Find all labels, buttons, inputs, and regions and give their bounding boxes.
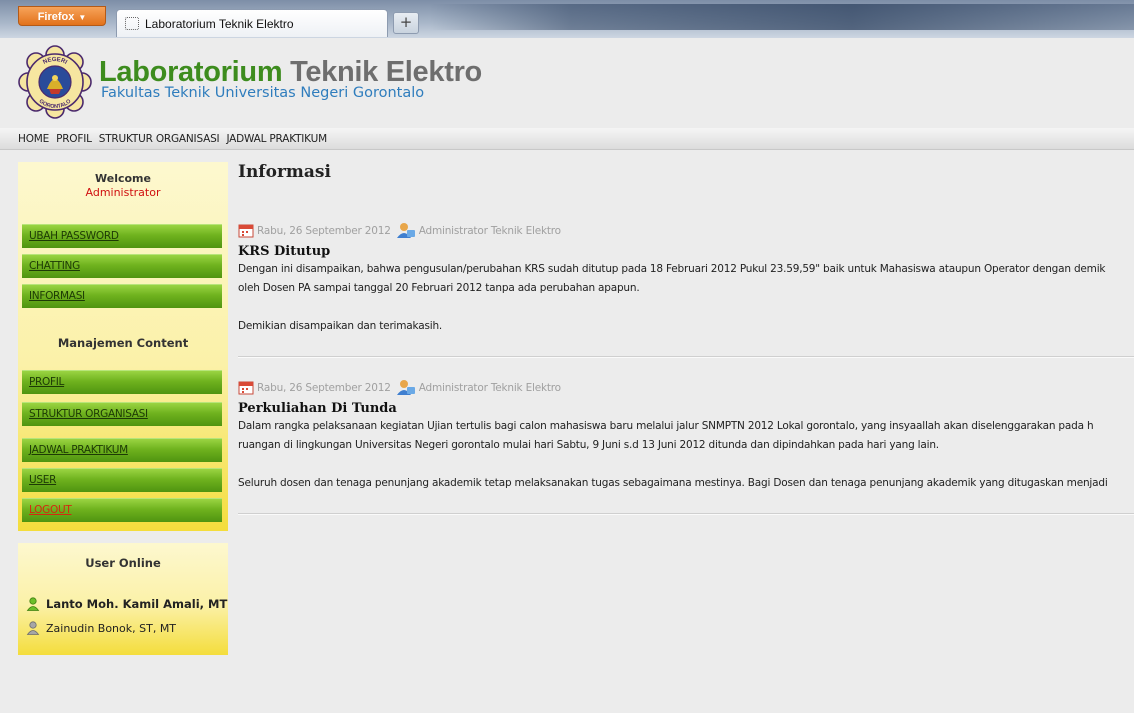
admin-user-icon [396, 380, 415, 395]
article-divider [238, 513, 1134, 515]
content-management-title: Manajemen Content [57, 336, 189, 350]
article-body: Dalam rangka pelaksanaan kegiatan Ujian … [238, 417, 1134, 493]
firefox-menu-label: Firefox [37, 11, 75, 23]
calendar-icon [238, 224, 254, 238]
site-header: NEGERI GORONTALO Laboratorium Teknik Ele… [0, 38, 1134, 128]
article-closing: Demikian disampaikan dan terimakasih. [238, 320, 443, 332]
calendar-icon [238, 381, 254, 395]
user-online-title: User Online [85, 556, 161, 570]
article-date: Rabu, 26 September 2012 [257, 381, 391, 394]
menu-chatting[interactable]: CHATTING [22, 254, 222, 278]
firefox-menu-button[interactable]: Firefox ▼ [18, 6, 106, 26]
top-navigation: HOME PROFIL STRUKTUR ORGANISASI JADWAL P… [0, 128, 1134, 150]
article-item: Rabu, 26 September 2012 Administrator Te… [238, 222, 1134, 336]
nav-home[interactable]: HOME [18, 133, 49, 145]
site-title-part2: Teknik Elektro [290, 56, 482, 88]
chevron-down-icon: ▼ [78, 13, 87, 22]
welcome-box: Welcome Administrator [18, 162, 228, 199]
university-logo-icon[interactable]: NEGERI GORONTALO [18, 45, 92, 119]
menu-struktur-organisasi[interactable]: STRUKTUR ORGANISASI [22, 402, 222, 426]
article-closing: Seluruh dosen dan tenaga penunjang akade… [238, 477, 1108, 489]
site-title-part1: Laboratorium [99, 56, 283, 88]
article-line: ruangan di lingkungan Universitas Negeri… [238, 439, 939, 451]
article-divider [238, 356, 1134, 358]
page-favicon-icon [125, 17, 139, 30]
online-user-name: Lanto Moh. Kamil Amali, MT [46, 597, 228, 611]
article-item: Rabu, 26 September 2012 Administrator Te… [238, 379, 1134, 493]
browser-toolbar: Firefox ▼ Laboratorium Teknik Elektro + [0, 0, 1134, 38]
user-online-panel: User Online Lanto Moh. Kamil Amali, MT Z… [18, 543, 228, 655]
nav-profil[interactable]: PROFIL [56, 133, 92, 145]
article-title[interactable]: Perkuliahan Di Tunda [238, 401, 1134, 416]
page-title: Informasi [238, 162, 331, 182]
article-date: Rabu, 26 September 2012 [257, 224, 391, 237]
article-line: Dengan ini disampaikan, bahwa pengusulan… [238, 263, 1106, 275]
menu-profil[interactable]: PROFIL [22, 370, 222, 394]
logged-in-user: Administrator [85, 186, 161, 199]
user-offline-icon [26, 621, 40, 635]
new-tab-button[interactable]: + [393, 12, 419, 34]
main-content: Informasi Rabu, 26 September 2012 Admini… [238, 162, 1134, 515]
article-author[interactable]: Administrator Teknik Elektro [419, 225, 561, 237]
article-meta: Rabu, 26 September 2012 Administrator Te… [238, 222, 1134, 239]
titlebar-background [430, 4, 1134, 30]
menu-user[interactable]: USER [22, 468, 222, 492]
welcome-label: Welcome [95, 172, 151, 185]
online-user-row[interactable]: Lanto Moh. Kamil Amali, MT [26, 597, 227, 611]
menu-jadwal-praktikum[interactable]: JADWAL PRAKTIKUM [22, 438, 222, 462]
article-line: oleh Dosen PA sampai tanggal 20 Februari… [238, 282, 640, 294]
menu-ubah-password[interactable]: UBAH PASSWORD [22, 224, 222, 248]
article-body: Dengan ini disampaikan, bahwa pengusulan… [238, 260, 1134, 336]
browser-tab[interactable]: Laboratorium Teknik Elektro [116, 9, 388, 37]
tab-title: Laboratorium Teknik Elektro [145, 16, 294, 31]
site-subtitle: Fakultas Teknik Universitas Negeri Goron… [101, 85, 425, 101]
user-online-icon [26, 597, 40, 611]
menu-informasi[interactable]: INFORMASI [22, 284, 222, 308]
article-author[interactable]: Administrator Teknik Elektro [419, 382, 561, 394]
admin-panel: Welcome Administrator UBAH PASSWORD CHAT… [18, 162, 228, 531]
article-line: Dalam rangka pelaksanaan kegiatan Ujian … [238, 420, 1094, 432]
offline-user-name: Zainudin Bonok, ST, MT [46, 621, 177, 635]
article-meta: Rabu, 26 September 2012 Administrator Te… [238, 379, 1134, 396]
nav-jadwal-praktikum[interactable]: JADWAL PRAKTIKUM [226, 133, 327, 145]
menu-logout[interactable]: LOGOUT [22, 498, 222, 522]
admin-user-icon [396, 223, 415, 238]
offline-user-row[interactable]: Zainudin Bonok, ST, MT [26, 621, 176, 635]
article-title[interactable]: KRS Ditutup [238, 244, 1134, 259]
nav-struktur-organisasi[interactable]: STRUKTUR ORGANISASI [99, 133, 220, 145]
